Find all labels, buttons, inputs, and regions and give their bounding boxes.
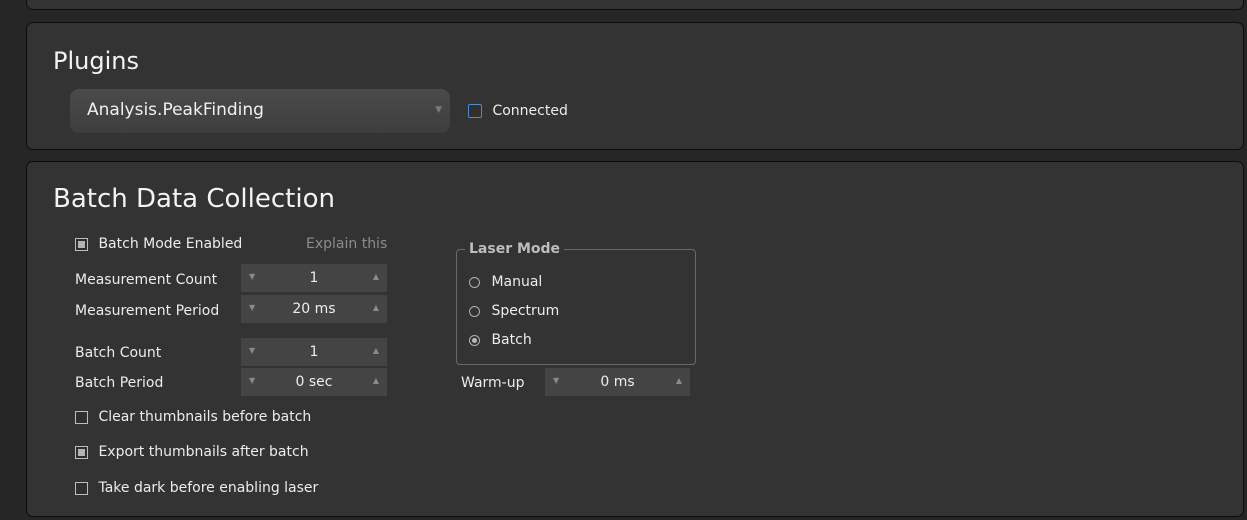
laser-mode-batch[interactable]: Batch (469, 332, 532, 348)
radio-batch[interactable] (469, 334, 480, 346)
measurement-period-stepper[interactable]: ▼ 20 ms ▲ (241, 295, 387, 323)
spin-up-icon[interactable]: ▲ (373, 272, 379, 281)
measurement-period-label: Measurement Period (75, 303, 220, 319)
batch-mode-label: Batch Mode Enabled (98, 236, 243, 252)
batch-count-stepper[interactable]: ▼ 1 ▲ (241, 338, 387, 366)
spin-up-icon[interactable]: ▲ (676, 376, 682, 385)
batch-mode-checkbox-row[interactable]: Batch Mode Enabled (75, 236, 242, 252)
spin-up-icon[interactable]: ▲ (373, 346, 379, 355)
batch-title: Batch Data Collection (53, 184, 335, 214)
laser-mode-legend: Laser Mode (465, 241, 565, 257)
batch-count-label: Batch Count (75, 345, 162, 361)
warmup-value[interactable]: 0 ms (545, 374, 690, 390)
batch-panel: Batch Data Collection Batch Mode Enabled… (26, 161, 1244, 517)
measurement-period-value[interactable]: 20 ms (241, 301, 387, 317)
take-dark-label: Take dark before enabling laser (98, 480, 319, 496)
spin-up-icon[interactable]: ▲ (373, 303, 379, 312)
spin-up-icon[interactable]: ▲ (373, 376, 379, 385)
connected-label: Connected (492, 103, 568, 119)
explain-link[interactable]: Explain this (306, 236, 387, 252)
laser-mode-batch-label: Batch (491, 332, 532, 348)
warmup-label: Warm-up (461, 375, 525, 391)
batch-mode-checkbox[interactable] (75, 237, 88, 251)
laser-mode-manual-label: Manual (491, 274, 543, 290)
clear-thumbnails-label: Clear thumbnails before batch (98, 409, 312, 425)
plugin-dropdown[interactable]: Analysis.PeakFinding ▼ (70, 89, 450, 133)
clear-thumbnails-checkbox[interactable] (75, 410, 88, 424)
connected-checkbox[interactable] (468, 104, 482, 118)
laser-mode-group: Laser Mode Manual Spectrum Batch (456, 241, 696, 365)
export-thumbnails-label: Export thumbnails after batch (98, 444, 309, 460)
measurement-count-value[interactable]: 1 (241, 270, 387, 286)
radio-manual[interactable] (469, 276, 480, 288)
clear-thumbnails-checkbox-row[interactable]: Clear thumbnails before batch (75, 409, 311, 425)
connected-checkbox-row[interactable]: Connected (468, 103, 568, 119)
measurement-count-label: Measurement Count (75, 272, 218, 288)
warmup-stepper[interactable]: ▼ 0 ms ▲ (545, 368, 690, 396)
laser-mode-manual[interactable]: Manual (469, 274, 542, 290)
take-dark-checkbox[interactable] (75, 481, 88, 495)
laser-mode-spectrum-label: Spectrum (491, 303, 560, 319)
radio-spectrum[interactable] (469, 305, 480, 317)
batch-count-value[interactable]: 1 (241, 344, 387, 360)
chevron-down-icon: ▼ (435, 105, 442, 115)
top-panel-edge (26, 0, 1244, 10)
measurement-count-stepper[interactable]: ▼ 1 ▲ (241, 264, 387, 292)
plugin-dropdown-value: Analysis.PeakFinding (87, 100, 264, 120)
take-dark-checkbox-row[interactable]: Take dark before enabling laser (75, 480, 318, 496)
batch-period-label: Batch Period (75, 375, 164, 391)
export-thumbnails-checkbox-row[interactable]: Export thumbnails after batch (75, 444, 309, 460)
batch-period-stepper[interactable]: ▼ 0 sec ▲ (241, 368, 387, 396)
laser-mode-spectrum[interactable]: Spectrum (469, 303, 559, 319)
export-thumbnails-checkbox[interactable] (75, 445, 88, 459)
plugins-title: Plugins (53, 47, 139, 75)
plugins-panel: Plugins Analysis.PeakFinding ▼ Connected (26, 22, 1244, 150)
batch-period-value[interactable]: 0 sec (241, 374, 387, 390)
